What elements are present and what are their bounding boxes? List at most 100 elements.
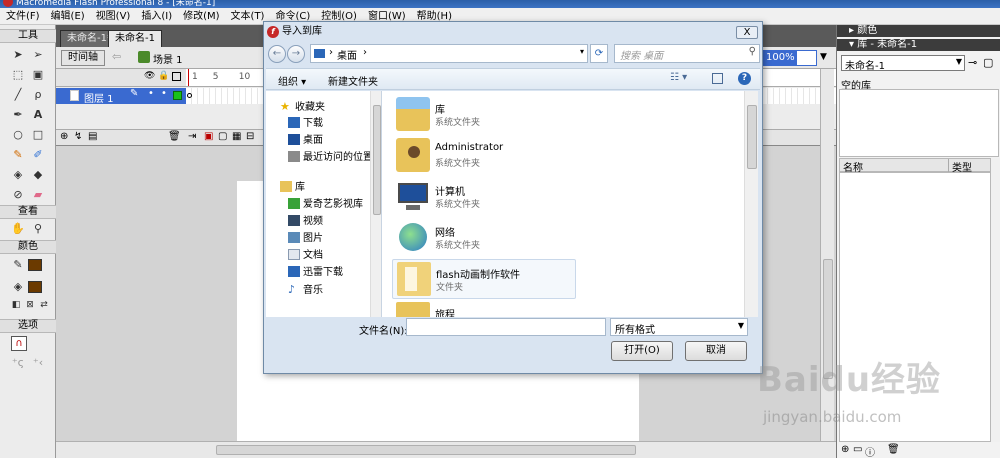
cancel-button[interactable]: 取消 (685, 341, 747, 361)
refresh-icon[interactable]: ⟳ (590, 44, 608, 63)
menu-insert[interactable]: 插入(I) (135, 8, 177, 23)
tab-document-active[interactable]: 未命名-1 (108, 30, 162, 47)
line-tool-icon[interactable]: ╱ (10, 87, 26, 103)
eye-icon[interactable]: 👁 (144, 71, 155, 81)
paint-bucket-tool-icon[interactable]: ◆ (30, 167, 46, 183)
layer-visible-dot[interactable]: • (148, 88, 154, 99)
swap-colors-icon[interactable]: ⇄ (36, 297, 52, 313)
ink-bottle-tool-icon[interactable]: ◈ (10, 167, 26, 183)
nav-item-thunder[interactable]: 迅雷下载 (288, 265, 343, 281)
nav-scroll-thumb[interactable] (373, 105, 381, 215)
delete-layer-icon[interactable]: 🗑 (168, 131, 181, 142)
nav-favorites[interactable]: ★ 收藏夹 (280, 99, 325, 115)
file-item-flash-folder[interactable]: flash动画制作软件 文件夹 (392, 259, 576, 299)
preview-pane-icon[interactable] (712, 73, 723, 84)
nav-libraries[interactable]: 库 (280, 180, 305, 196)
file-item-administrator[interactable]: Administrator 系统文件夹 (392, 136, 576, 176)
filename-input[interactable] (406, 318, 606, 336)
organize-button[interactable]: 组织 ▾ (278, 73, 306, 88)
lasso-tool-icon[interactable]: ρ (30, 87, 46, 103)
back-arrow-icon[interactable]: ⇦ (112, 50, 121, 63)
onion-skin-icon[interactable]: ▣ (204, 131, 213, 142)
address-field[interactable]: › 桌面 › ▾ (310, 44, 588, 63)
horizontal-scroll-thumb[interactable] (216, 445, 636, 455)
new-folder-button[interactable]: 新建文件夹 (328, 73, 378, 88)
layer-row[interactable]: 图层 1 ✎ • • (56, 88, 186, 105)
pen-tool-icon[interactable]: ✒ (10, 107, 26, 123)
hand-tool-icon[interactable]: ✋ (10, 221, 26, 237)
eyedropper-tool-icon[interactable]: ⊘ (10, 187, 26, 203)
fill-color-swatch[interactable] (28, 281, 42, 293)
menu-view[interactable]: 视图(V) (90, 8, 136, 23)
snap-magnet-icon[interactable]: ∩ (11, 336, 27, 351)
layer-outline-color[interactable] (173, 91, 182, 100)
fill-transform-tool-icon[interactable]: ▣ (30, 67, 46, 83)
add-motion-guide-icon[interactable]: ↯ (74, 131, 82, 142)
layer-name[interactable]: 图层 1 (84, 90, 114, 105)
file-list-scrollbar[interactable] (744, 91, 758, 317)
stroke-color-swatch[interactable] (28, 259, 42, 271)
edit-multiple-frames-icon[interactable]: ▦ (232, 131, 241, 142)
nav-scrollbar[interactable] (370, 91, 381, 317)
search-field[interactable]: 搜索 桌面 ⚲ (614, 44, 760, 63)
forward-button[interactable]: → (287, 45, 305, 63)
search-icon[interactable]: ⚲ (749, 46, 756, 57)
file-item-computer[interactable]: 计算机 系统文件夹 (392, 177, 576, 217)
help-icon[interactable]: ? (738, 72, 751, 85)
text-tool-icon[interactable]: A (30, 107, 46, 123)
nav-item-music[interactable]: ♪ 音乐 (288, 282, 323, 298)
rectangle-tool-icon[interactable]: □ (30, 127, 46, 143)
zoom-dropdown-icon[interactable]: ▼ (820, 52, 827, 62)
new-library-panel-icon[interactable]: ▢ (983, 56, 993, 69)
empty-keyframe[interactable] (187, 93, 192, 98)
stage-horizontal-scrollbar[interactable] (56, 441, 836, 458)
view-options-icon[interactable]: ☷ ▾ (670, 72, 687, 83)
menu-file[interactable]: 文件(F) (0, 8, 45, 23)
onion-outline-icon[interactable]: ▢ (218, 131, 227, 142)
library-select[interactable]: 未命名-1 ▼ (841, 55, 965, 72)
file-type-filter[interactable]: 所有格式 ▼ (610, 318, 748, 336)
address-chevron-icon[interactable]: › (363, 47, 367, 58)
nav-item-documents[interactable]: 文档 (288, 248, 323, 264)
outline-icon[interactable] (172, 72, 181, 81)
zoom-field[interactable]: 100% (763, 50, 817, 66)
zoom-tool-icon[interactable]: ⚲ (30, 221, 46, 237)
onion-markers-icon[interactable]: ⊟ (246, 131, 254, 142)
subselect-tool-icon[interactable]: ➢ (30, 47, 46, 63)
nav-item-pictures[interactable]: 图片 (288, 231, 323, 247)
layer-lock-dot[interactable]: • (161, 88, 167, 99)
menu-modify[interactable]: 修改(M) (177, 8, 224, 23)
insert-folder-icon[interactable]: ▤ (88, 131, 97, 142)
brush-tool-icon[interactable]: ✐ (30, 147, 46, 163)
pencil-tool-icon[interactable]: ✎ (10, 147, 26, 163)
smooth-icon[interactable]: ⁺ς (10, 355, 26, 371)
menu-edit[interactable]: 编辑(E) (45, 8, 90, 23)
stroke-color-icon[interactable]: ✎ (10, 257, 26, 273)
lock-icon[interactable]: 🔒 (158, 71, 169, 81)
back-button[interactable]: ← (268, 45, 286, 63)
library-panel-header[interactable]: ▾ 库 - 未命名-1 (837, 39, 1000, 51)
arrow-tool-icon[interactable]: ➤ (10, 47, 26, 63)
oval-tool-icon[interactable]: ○ (10, 127, 26, 143)
timeline-toggle-button[interactable]: 时间轴 (61, 50, 105, 66)
nav-item-desktop[interactable]: 桌面 (288, 133, 323, 149)
pin-library-icon[interactable]: ⊸ (968, 56, 977, 69)
fill-color-icon[interactable]: ◈ (10, 279, 26, 295)
free-transform-tool-icon[interactable]: ⬚ (10, 67, 26, 83)
colors-panel-header[interactable]: ▸ 颜色 (837, 25, 1000, 37)
nav-item-recent[interactable]: 最近访问的位置 (288, 150, 373, 166)
center-frame-icon[interactable]: ⇥ (188, 131, 196, 142)
open-button[interactable]: 打开(O) (611, 341, 673, 361)
eraser-tool-icon[interactable]: ▰ (30, 187, 46, 203)
nav-item-iqiyi[interactable]: 爱奇艺影视库 (288, 197, 363, 213)
file-item-library[interactable]: 库 系统文件夹 (392, 95, 576, 135)
nav-item-videos[interactable]: 视频 (288, 214, 323, 230)
close-button[interactable]: X (736, 26, 758, 39)
file-list-scroll-thumb[interactable] (747, 105, 757, 169)
file-item-partial-folder[interactable]: 旅程 (392, 300, 576, 317)
insert-layer-icon[interactable]: ⊕ (60, 131, 68, 142)
address-history-icon[interactable]: ▾ (580, 47, 584, 56)
straighten-icon[interactable]: ⁺‹ (30, 355, 46, 371)
file-item-network[interactable]: 网络 系统文件夹 (392, 218, 576, 258)
scene-label[interactable]: 场景 1 (153, 51, 183, 66)
